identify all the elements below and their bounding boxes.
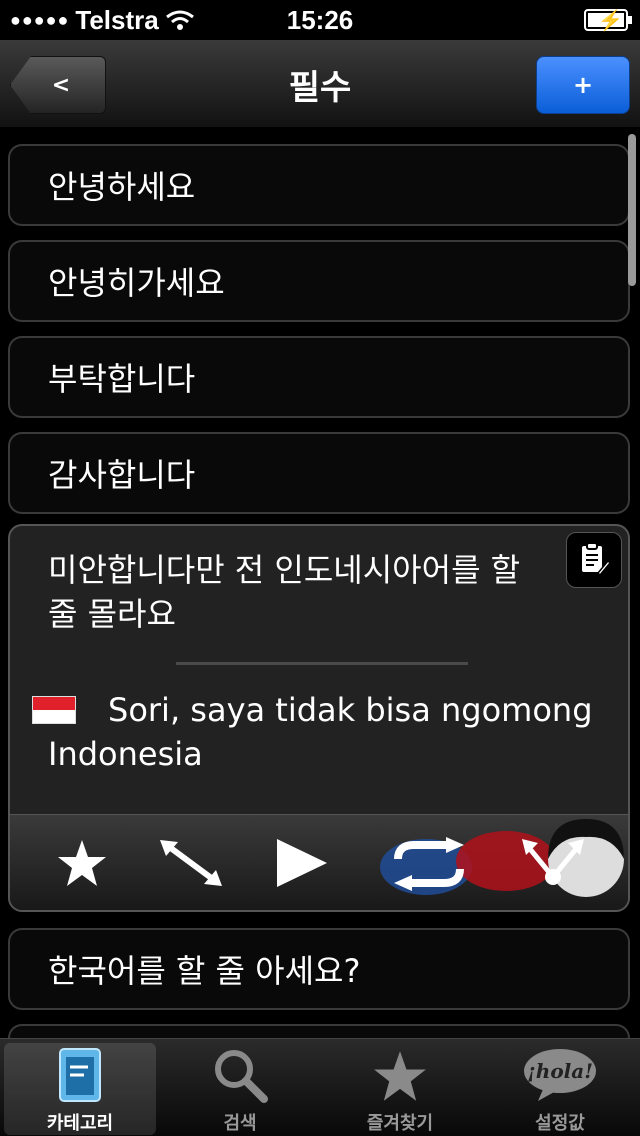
translation-text: Sori, saya tidak bisa ngomong Indonesia [48, 691, 593, 773]
svg-text:¡hola!: ¡hola! [527, 1059, 593, 1083]
document-edit-icon [582, 543, 610, 577]
book-icon [59, 1048, 101, 1102]
scrollbar[interactable] [628, 134, 636, 286]
phrase-list[interactable]: 안녕하세요 안녕히가세요 부탁합니다 감사합니다 미안합니다만 전 인도네시아어… [0, 128, 640, 1038]
tab-settings[interactable]: ¡hola! 설정값 [484, 1043, 636, 1135]
list-item[interactable] [8, 1024, 630, 1038]
share-icon[interactable] [520, 835, 586, 891]
expand-arrows-icon [160, 840, 222, 886]
phrase-text: 안녕히가세요 [48, 264, 225, 302]
tab-favorites[interactable]: 즐겨찾기 [324, 1043, 476, 1135]
tab-label: 검색 [223, 1113, 257, 1134]
repeat-icon[interactable] [390, 837, 468, 891]
status-bar: ●●●●● Telstra 15:26 ⚡ [0, 0, 640, 40]
korean-phrase: 미안합니다만 전 인도네시아어를 할 줄 몰라요 [48, 551, 521, 633]
search-icon [215, 1050, 268, 1103]
expanded-phrase-card[interactable]: 미안합니다만 전 인도네시아어를 할 줄 몰라요 Sori, saya tida… [8, 524, 630, 912]
list-item[interactable]: 안녕히가세요 [8, 240, 630, 322]
tab-search[interactable]: 검색 [164, 1043, 316, 1135]
phrase-text: 한국어를 할 줄 아세요? [48, 952, 361, 990]
phrase-action-toolbar [10, 814, 628, 910]
star-icon [374, 1051, 426, 1101]
battery-icon: ⚡ [584, 9, 632, 32]
tab-label: 설정값 [535, 1113, 585, 1134]
divider [176, 662, 468, 665]
clock: 15:26 [286, 5, 354, 35]
list-item[interactable]: 부탁합니다 [8, 336, 630, 418]
tab-label: 즐겨찾기 [366, 1113, 434, 1134]
tab-bar: 카테고리 검색 즐겨찾기 ¡hola! 설정값 [0, 1038, 640, 1136]
list-item[interactable]: 한국어를 할 줄 아세요? [8, 928, 630, 1010]
repeat-share-area [376, 819, 626, 897]
favorite-button[interactable] [54, 831, 110, 895]
star-icon [58, 840, 106, 886]
notes-button[interactable] [566, 532, 622, 588]
expand-button[interactable] [156, 831, 226, 895]
phrase-text: 부탁합니다 [48, 360, 196, 398]
navigation-bar: < 필수 + [0, 40, 640, 128]
tab-categories[interactable]: 카테고리 [4, 1043, 156, 1135]
play-button[interactable] [272, 831, 332, 895]
list-item[interactable]: 안녕하세요 [8, 144, 630, 226]
list-item[interactable]: 감사합니다 [8, 432, 630, 514]
phrase-text: 안녕하세요 [48, 168, 196, 206]
play-icon [277, 839, 327, 887]
tab-label: 카테고리 [46, 1113, 114, 1134]
hola-bubble-icon: ¡hola! [524, 1049, 596, 1101]
add-button[interactable]: + [536, 56, 630, 114]
phrase-text: 감사합니다 [48, 456, 196, 494]
